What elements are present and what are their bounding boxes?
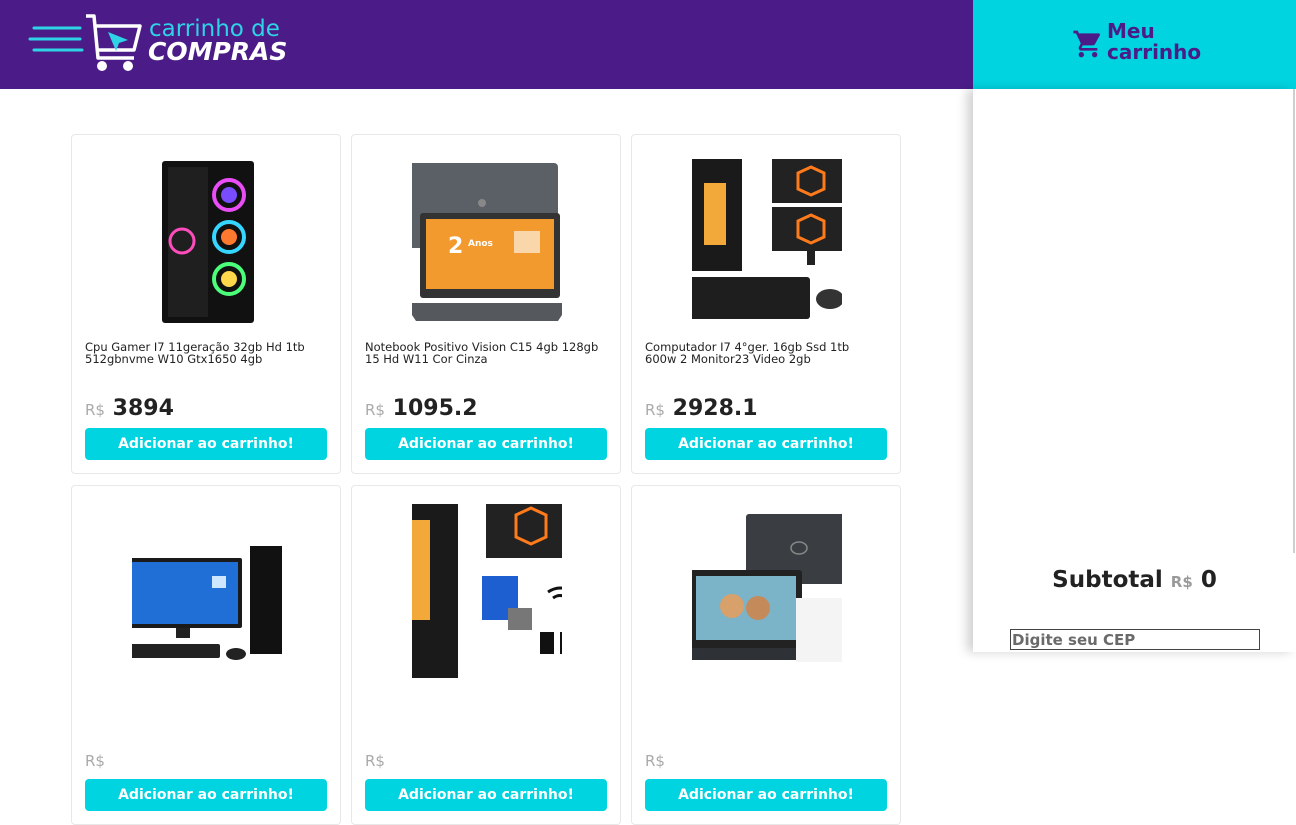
cep-input[interactable] — [1010, 629, 1260, 650]
price-currency: R$ — [645, 401, 665, 419]
product-card: R$ Adicionar ao carrinho! — [71, 485, 341, 825]
logo-text-line2: COMPRAS — [148, 37, 288, 66]
product-title: Cpu Gamer I7 11geração 32gb Hd 1tb 512gb… — [85, 340, 305, 366]
add-to-cart-button[interactable]: Adicionar ao carrinho! — [645, 428, 887, 460]
product-image — [412, 504, 562, 678]
subtotal-label: Subtotal — [1052, 567, 1163, 593]
product-card: Computador I7 4°ger. 16gb Ssd 1tb 600w 2… — [631, 134, 901, 474]
svg-text:2: 2 — [448, 234, 463, 259]
price-currency: R$ — [645, 752, 665, 770]
price-value: 2928.1 — [672, 396, 758, 421]
subtotal-currency: R$ — [1170, 573, 1193, 591]
price-currency: R$ — [365, 401, 385, 419]
price-currency: R$ — [85, 401, 105, 419]
add-to-cart-button[interactable]: Adicionar ao carrinho! — [85, 779, 327, 811]
price-value: 3894 — [112, 396, 174, 421]
add-to-cart-button[interactable]: Adicionar ao carrinho! — [365, 428, 607, 460]
product-title: Computador I7 4°ger. 16gb Ssd 1tb 600w 2… — [645, 340, 850, 366]
svg-text:Anos: Anos — [468, 239, 493, 249]
product-price: R$ 1095.2 — [365, 396, 478, 421]
price-value: 1095.2 — [392, 396, 478, 421]
product-image — [132, 546, 282, 660]
product-card: Cpu Gamer I7 11geração 32gb Hd 1tb 512gb… — [71, 134, 341, 474]
header: carrinho de COMPRAS — [0, 0, 973, 89]
shopping-cart-logo-icon — [28, 14, 142, 71]
product-card: R$ Adicionar ao carrinho! — [631, 485, 901, 825]
product-image — [692, 159, 842, 319]
product-image: 2 Anos — [412, 163, 562, 321]
sidebar-scrollbar[interactable] — [1293, 89, 1295, 553]
cart-title: Meu carrinho — [1107, 19, 1202, 64]
product-price: R$ 2928.1 — [645, 396, 758, 421]
price-currency: R$ — [85, 752, 105, 770]
add-to-cart-button[interactable]: Adicionar ao carrinho! — [365, 779, 607, 811]
product-card: R$ Adicionar ao carrinho! — [351, 485, 621, 825]
cart-sidebar: Subtotal R$ 0 — [973, 89, 1296, 652]
product-price: R$ — [645, 747, 665, 772]
product-title: Notebook Positivo Vision C15 4gb 128gb 1… — [365, 340, 599, 366]
add-to-cart-button[interactable]: Adicionar ao carrinho! — [645, 779, 887, 811]
product-card: 2 Anos Notebook Positivo Vision C15 4gb … — [351, 134, 621, 474]
product-image — [692, 514, 842, 662]
subtotal-value: 0 — [1200, 567, 1217, 593]
product-image — [162, 161, 254, 323]
product-price: R$ 3894 — [85, 396, 174, 421]
logo[interactable]: carrinho de COMPRAS — [28, 12, 288, 74]
shopping-cart-icon — [1073, 30, 1101, 58]
price-currency: R$ — [365, 752, 385, 770]
cart-header: Meu carrinho — [973, 0, 1296, 89]
product-price: R$ — [365, 747, 385, 772]
add-to-cart-button[interactable]: Adicionar ao carrinho! — [85, 428, 327, 460]
subtotal: Subtotal R$ 0 — [973, 567, 1296, 593]
product-price: R$ — [85, 747, 105, 772]
